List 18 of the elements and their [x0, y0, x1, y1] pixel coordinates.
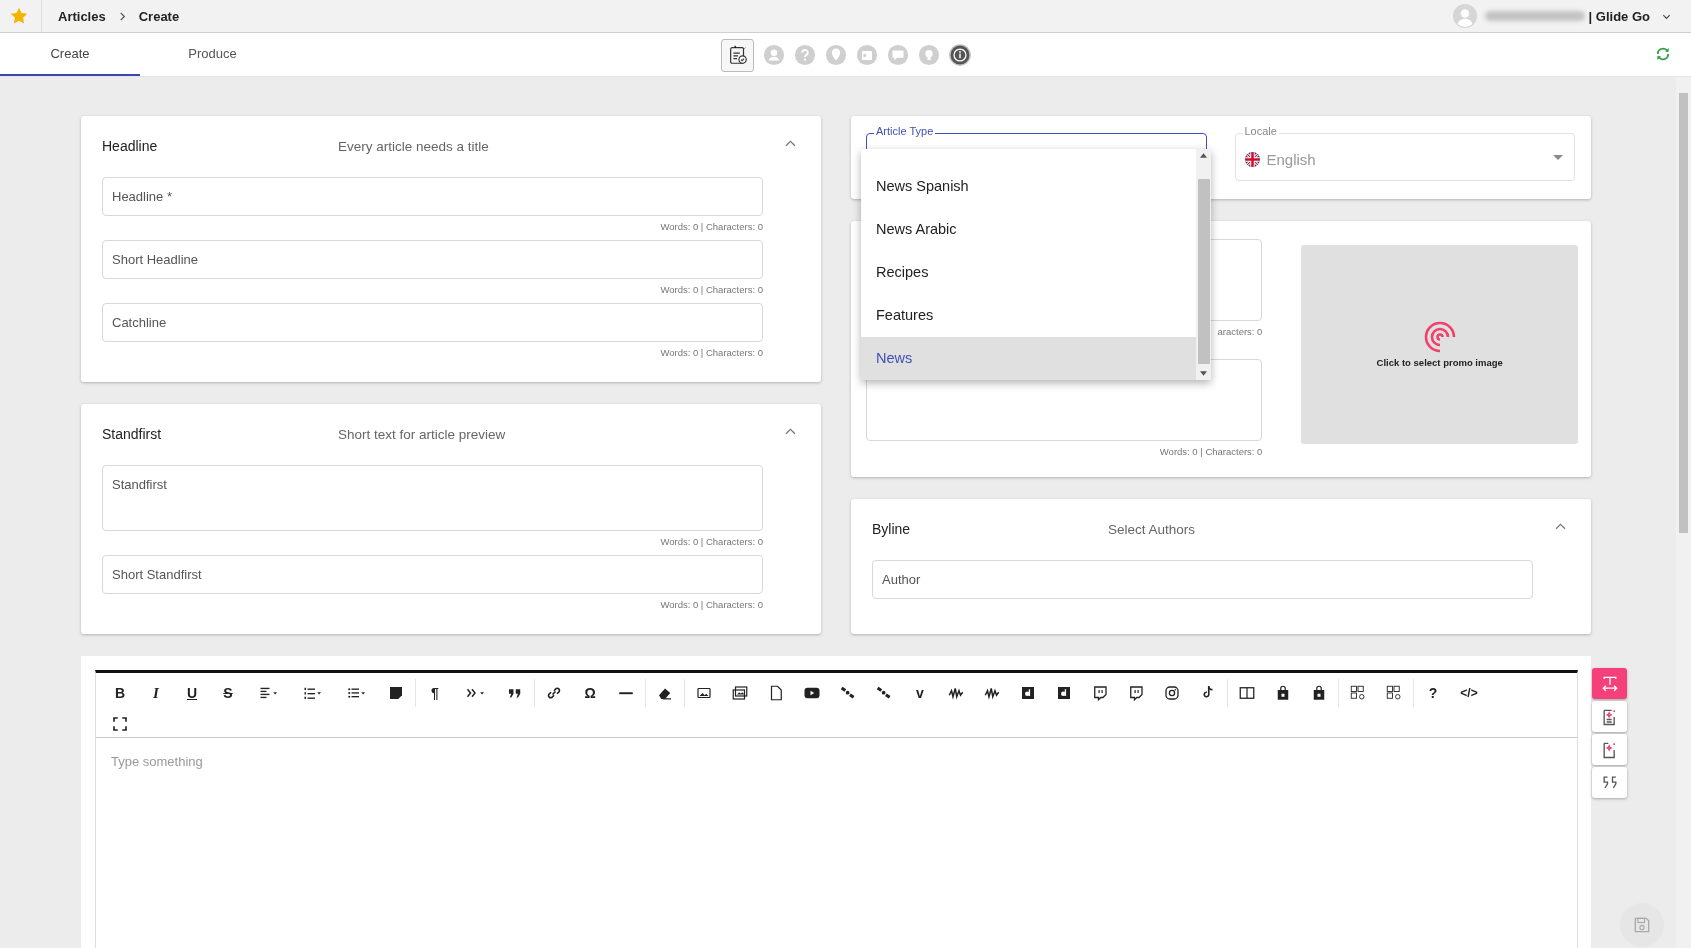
breadcrumb-current: Create	[138, 8, 180, 24]
card-subtitle: Select Authors	[1108, 521, 1197, 537]
card-subtitle: Short text for article preview	[338, 426, 507, 442]
card-title: Byline	[872, 521, 912, 537]
word-counter: Words: 0 | Characters: 0	[659, 535, 763, 549]
word-counter: Words: 0 | Characters: 0	[1158, 445, 1263, 459]
card-title: Headline	[102, 138, 159, 154]
word-counter: Words: 0 | Characters: 0	[659, 283, 763, 297]
word-counter: Words: 0 | Characters: 0	[659, 598, 763, 612]
word-counter: aracters: 0	[1216, 325, 1263, 339]
card-title: Standfirst	[102, 426, 163, 442]
promo-image-prompt: Click to select promo image	[1376, 357, 1503, 368]
card-subtitle: Every article needs a title	[338, 138, 490, 154]
field-label: Article Type	[874, 125, 936, 137]
field-label: Locale	[1242, 125, 1279, 137]
word-counter: Words: 0 | Characters: 0	[659, 220, 763, 234]
word-counter: Words: 0 | Characters: 0	[659, 346, 763, 360]
locale-value: English	[1266, 150, 1317, 168]
